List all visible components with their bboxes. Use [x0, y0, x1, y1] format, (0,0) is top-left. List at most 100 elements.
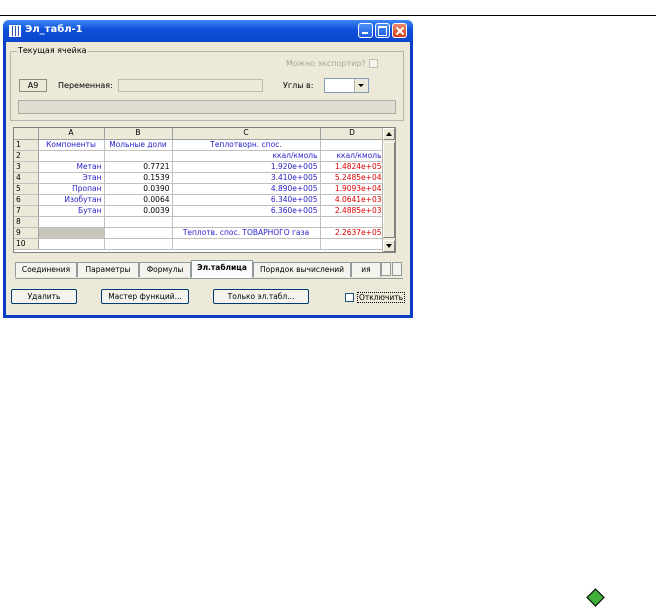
cell[interactable]: 2.2637e+05: [320, 227, 385, 239]
cell[interactable]: 2.4885e+03: [320, 205, 385, 217]
cell[interactable]: 1.920e+005: [172, 161, 321, 173]
variable-field[interactable]: [118, 79, 263, 92]
tab-scroll-right[interactable]: [392, 262, 402, 276]
exportable-checkbox[interactable]: [369, 59, 378, 68]
window-title: Эл_табл-1: [25, 24, 83, 35]
vertical-scrollbar[interactable]: [382, 128, 395, 252]
column-header-d[interactable]: D: [320, 128, 385, 140]
row-header[interactable]: 10: [14, 238, 39, 250]
table-row: 3 Метан 0.7721 1.920e+005 1.4824e+05: [14, 161, 385, 173]
column-header-c[interactable]: C: [172, 128, 321, 140]
cell[interactable]: Компоненты: [38, 139, 105, 151]
angles-select[interactable]: [324, 78, 369, 93]
cell[interactable]: Бутан: [38, 205, 105, 217]
cell[interactable]: 6.360e+005: [172, 205, 321, 217]
tab-scroll-left[interactable]: [381, 262, 391, 276]
maximize-button[interactable]: [375, 23, 390, 38]
row-header[interactable]: 1: [14, 139, 39, 151]
exportable-label: Можно экспортир?: [286, 59, 366, 68]
cell[interactable]: 4.0641e+03: [320, 194, 385, 206]
tab-strip: Соединения Параметры Формулы Эл.таблица …: [15, 260, 403, 279]
scroll-thumb[interactable]: [383, 142, 395, 238]
cell[interactable]: Теплотворн. спос.: [172, 139, 321, 151]
chevron-down-icon[interactable]: [354, 79, 368, 92]
tab-parameters[interactable]: Параметры: [77, 262, 139, 277]
row-header[interactable]: 7: [14, 205, 39, 217]
cell[interactable]: 0.1539: [104, 172, 173, 184]
table-row: 9 Теплотв. спос. ТОВАРНОГО газа 2.2637e+…: [14, 227, 385, 239]
column-header-b[interactable]: B: [104, 128, 173, 140]
row-header[interactable]: 4: [14, 172, 39, 184]
disable-checkbox[interactable]: [345, 293, 354, 302]
cell[interactable]: [104, 238, 173, 250]
sheet-only-button[interactable]: Только эл.табл...: [213, 289, 309, 304]
cell[interactable]: 0.0064: [104, 194, 173, 206]
cell[interactable]: [320, 238, 385, 250]
tab-formulas[interactable]: Формулы: [139, 262, 191, 277]
cell[interactable]: Этан: [38, 172, 105, 184]
tab-partial[interactable]: ия: [351, 262, 381, 277]
cell[interactable]: [104, 216, 173, 228]
diamond-shape: [586, 588, 605, 607]
cell[interactable]: 0.7721: [104, 161, 173, 173]
table-row: 2 ккал/кмоль ккал/кмоль: [14, 150, 385, 162]
column-header-a[interactable]: A: [38, 128, 105, 140]
current-cell-group: Текущая ячейка Можно экспортир? A9 Перем…: [10, 46, 404, 121]
window-client-area: Текущая ячейка Можно экспортир? A9 Перем…: [6, 42, 410, 315]
row-header[interactable]: 2: [14, 150, 39, 162]
disable-label[interactable]: Отключить: [357, 292, 406, 303]
page-top-rule: [0, 15, 656, 16]
cell[interactable]: [38, 238, 105, 250]
cell[interactable]: [320, 216, 385, 228]
tab-compounds[interactable]: Соединения: [15, 262, 77, 277]
function-wizard-button[interactable]: Мастер функций...: [101, 289, 189, 304]
table-row: 5 Пропан 0.0390 4.890e+005 1.9093e+04: [14, 183, 385, 195]
cell[interactable]: ккал/кмоль: [172, 150, 321, 162]
close-button[interactable]: [392, 23, 407, 38]
corner-cell[interactable]: [14, 128, 39, 140]
table-row: 7 Бутан 0.0039 6.360e+005 2.4885e+03: [14, 205, 385, 217]
row-header[interactable]: 9: [14, 227, 39, 239]
column-header-row: A B C D: [14, 128, 385, 140]
cell[interactable]: Пропан: [38, 183, 105, 195]
angles-label: Углы в:: [283, 81, 314, 90]
row-header[interactable]: 5: [14, 183, 39, 195]
cell[interactable]: Мольные доли: [104, 139, 173, 151]
cell[interactable]: Метан: [38, 161, 105, 173]
cell[interactable]: 0.0390: [104, 183, 173, 195]
row-header[interactable]: 3: [14, 161, 39, 173]
variable-label: Переменная:: [58, 81, 113, 90]
delete-button[interactable]: Удалить: [11, 289, 77, 304]
row-header[interactable]: 8: [14, 216, 39, 228]
cell[interactable]: ккал/кмоль: [320, 150, 385, 162]
spreadsheet-grid-icon: [9, 25, 21, 37]
scroll-down-arrow-icon[interactable]: [383, 240, 395, 252]
cell[interactable]: [172, 216, 321, 228]
row-header[interactable]: 6: [14, 194, 39, 206]
cell[interactable]: 5.2485e+04: [320, 172, 385, 184]
spreadsheet-grid[interactable]: A B C D 1 Компоненты Мольные доли Теплот…: [13, 127, 396, 253]
cell[interactable]: 3.410e+005: [172, 172, 321, 184]
scroll-up-arrow-icon[interactable]: [383, 128, 395, 140]
tab-calculation-order[interactable]: Порядок вычислений: [253, 262, 351, 277]
cell[interactable]: [38, 216, 105, 228]
cell[interactable]: 1.9093e+04: [320, 183, 385, 195]
cell[interactable]: [38, 150, 105, 162]
formula-bar[interactable]: [18, 100, 396, 114]
cell[interactable]: 1.4824e+05: [320, 161, 385, 173]
cell[interactable]: Теплотв. спос. ТОВАРНОГО газа: [172, 227, 321, 239]
cell[interactable]: 4.890e+005: [172, 183, 321, 195]
cell[interactable]: Изобутан: [38, 194, 105, 206]
cell[interactable]: [172, 238, 321, 250]
cell[interactable]: [104, 150, 173, 162]
selected-cell[interactable]: [38, 227, 105, 239]
minimize-button[interactable]: [358, 23, 373, 38]
cell[interactable]: [104, 227, 173, 239]
cell[interactable]: 6.340e+005: [172, 194, 321, 206]
cell[interactable]: [320, 139, 385, 151]
cell-reference-field: A9: [19, 79, 47, 92]
cell[interactable]: 0.0039: [104, 205, 173, 217]
tab-spreadsheet[interactable]: Эл.таблица: [191, 260, 253, 278]
title-bar[interactable]: Эл_табл-1: [3, 20, 413, 42]
table-row: 8: [14, 216, 385, 228]
